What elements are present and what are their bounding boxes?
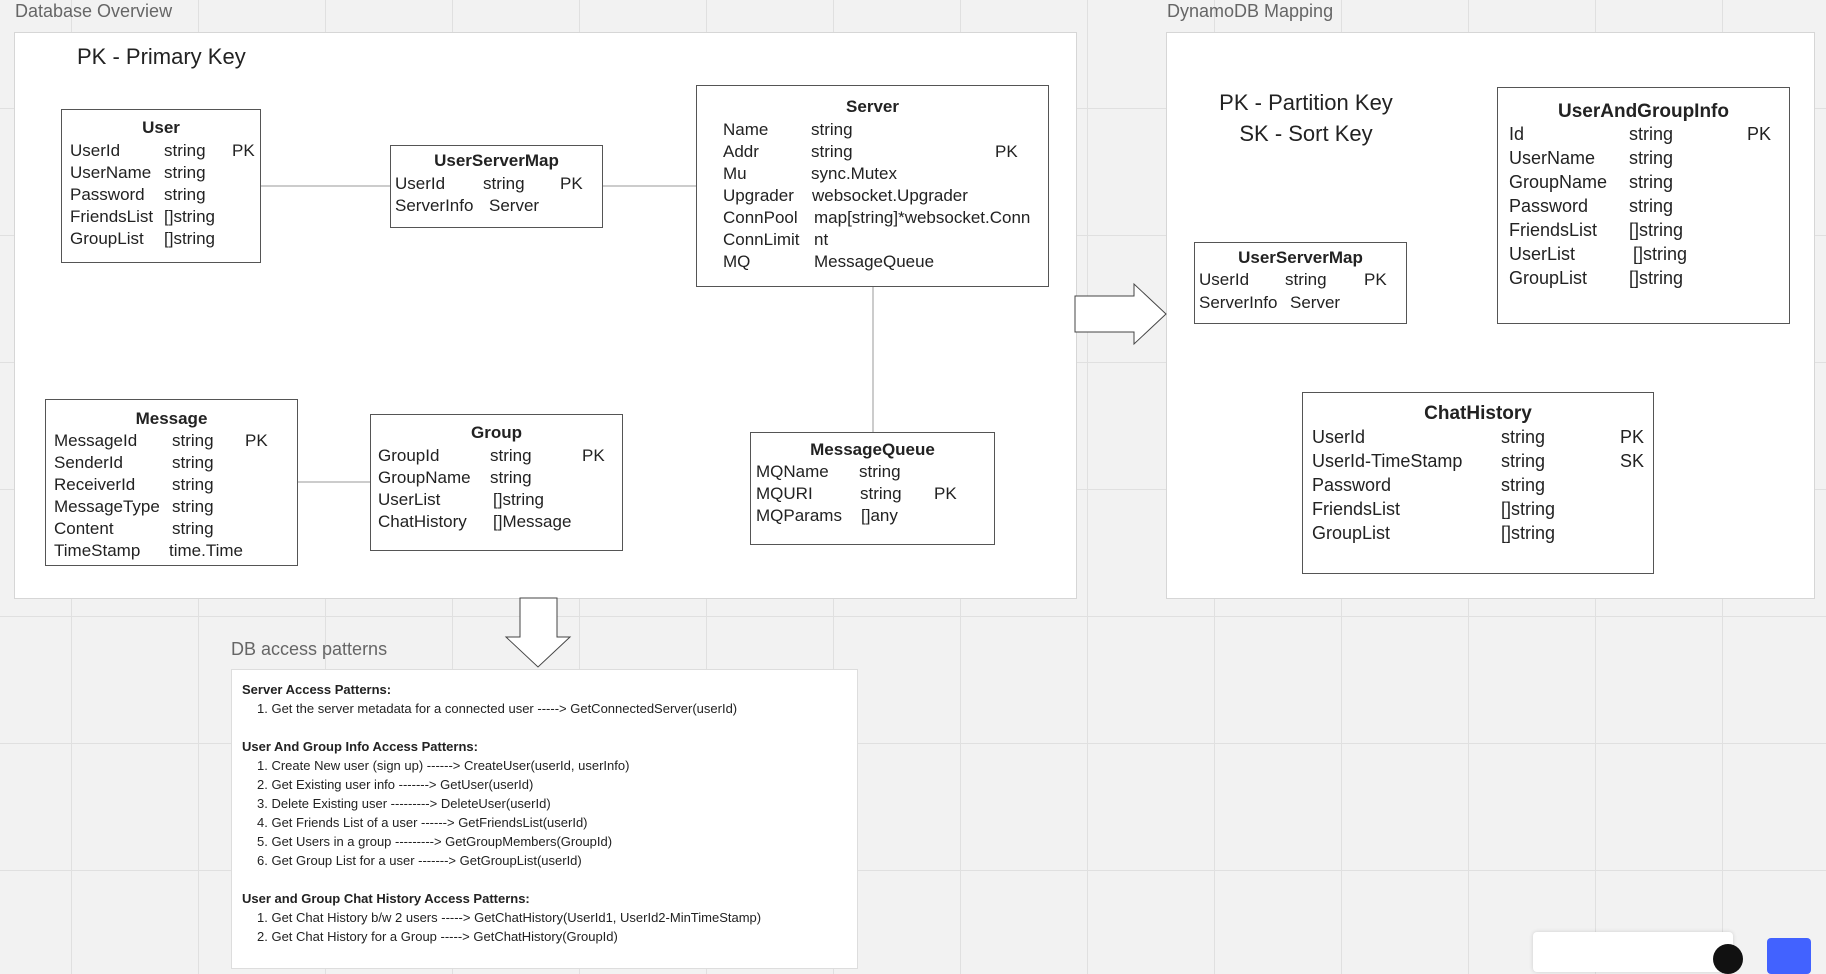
entity-row: UserList []string xyxy=(378,490,545,509)
entity-row: SenderId string xyxy=(54,453,214,472)
entity-row: ServerInfo Server xyxy=(395,196,540,215)
user-avatar-icon[interactable] xyxy=(1713,944,1743,974)
user-entity[interactable]: User UserId string PK UserName string Passw… xyxy=(61,109,261,263)
entity-row: MQ MessageQueue xyxy=(723,252,935,271)
entity-row: Content string xyxy=(54,519,214,538)
entity-row: UserId string PK xyxy=(395,174,583,193)
group-entity[interactable]: Group GroupId string PK GroupName string Us… xyxy=(370,414,623,551)
down-arrow xyxy=(504,597,572,668)
entity-row: FriendsList []string xyxy=(1312,499,1556,519)
entity-row: UserName string xyxy=(70,163,206,182)
entity-row: ReceiverId string xyxy=(54,475,214,494)
entity-row: Password string xyxy=(1509,196,1674,216)
entity-row: UserId string PK xyxy=(1199,270,1387,289)
entity-title: UserServerMap xyxy=(1238,248,1363,267)
entity-row: Name string xyxy=(723,120,853,139)
list-item: 2. Get Existing user info -------> GetUs… xyxy=(257,777,534,792)
messagequeue-entity[interactable]: MessageQueue MQName string MQURI string PK … xyxy=(750,432,995,545)
entity-row: Addr string PK xyxy=(723,142,1018,161)
access-patterns-doc[interactable]: Server Access Patterns: 1. Get the serve… xyxy=(231,669,858,969)
entity-row: UserName string xyxy=(1509,148,1674,168)
message-entity[interactable]: Message MessageId string PK SenderId string… xyxy=(45,399,298,566)
list-item: 5. Get Users in a group ---------> GetGr… xyxy=(257,834,613,849)
entity-row: Password string xyxy=(70,185,206,204)
entity-row: UserId string PK xyxy=(1312,427,1645,447)
server-entity[interactable]: Server Name string Addr string PK Mu sync.Mu… xyxy=(696,85,1049,287)
list-item: 3. Delete Existing user ---------> Delet… xyxy=(257,796,551,811)
right-arrow xyxy=(1074,282,1167,346)
entity-row: UserList []string xyxy=(1509,244,1688,264)
list-item: 1. Get Chat History b/w 2 users -----> G… xyxy=(257,910,762,925)
entity-row: GroupName string xyxy=(378,468,532,487)
list-item: 4. Get Friends List of a user ------> Ge… xyxy=(257,815,588,830)
entity-row: ConnLimit nt xyxy=(723,230,829,249)
useraandgroupinfo-entity[interactable]: UserAndGroupInfo Id string PK UserName stri… xyxy=(1497,87,1790,324)
entity-row: MessageId string PK xyxy=(54,431,268,450)
list-item: 1. Create New user (sign up) ------> Cre… xyxy=(257,758,630,773)
entity-title: ChatHistory xyxy=(1424,403,1532,424)
entity-row: Id string PK xyxy=(1509,124,1772,144)
entity-row: MQURI string PK xyxy=(756,484,957,503)
entity-row: GroupList []string xyxy=(70,229,216,248)
dynamo-userservermap-entity[interactable]: UserServerMap UserId string PK ServerInfo S… xyxy=(1194,242,1407,324)
bottom-toolbar[interactable] xyxy=(1533,932,1733,972)
list-item: 1. Get the server metadata for a connect… xyxy=(257,701,738,716)
entity-row: MQName string xyxy=(756,462,901,481)
entity-title: Server xyxy=(846,97,899,116)
entity-row: ServerInfo Server xyxy=(1199,293,1341,312)
entity-title: Message xyxy=(135,409,208,428)
entity-row: GroupId string PK xyxy=(378,446,605,465)
entity-row: GroupName string xyxy=(1509,172,1674,192)
list-item: 2. Get Chat History for a Group -----> G… xyxy=(257,929,618,944)
userservermap-entity[interactable]: UserServerMap UserId string PK ServerInfo S… xyxy=(390,145,603,228)
entity-row: FriendsList []string xyxy=(70,207,216,226)
entity-row: TimeStamp time.Time xyxy=(54,541,243,560)
chathistory-entity[interactable]: ChatHistory UserId string PK UserId-TimeSt… xyxy=(1302,392,1654,574)
entity-title: Group xyxy=(471,423,522,442)
entity-row: ConnPool map[string]*websocket.Conn xyxy=(723,208,1031,227)
entity-row: Password string xyxy=(1312,475,1546,495)
server-access-heading: Server Access Patterns: xyxy=(242,682,392,697)
chat-history-access-heading: User and Group Chat History Access Patte… xyxy=(242,891,530,906)
entity-row: FriendsList []string xyxy=(1509,220,1684,240)
list-item: 6. Get Group List for a user -------> Ge… xyxy=(257,853,582,868)
entity-row: Mu sync.Mutex xyxy=(723,164,897,183)
entity-row: UserId-TimeStamp string SK xyxy=(1312,451,1645,471)
entity-row: MessageType string xyxy=(54,497,214,516)
entity-row: ChatHistory []Message xyxy=(378,512,572,531)
share-button[interactable] xyxy=(1767,938,1811,974)
entity-title: UserAndGroupInfo xyxy=(1558,101,1729,122)
entity-row: Upgrader websocket.Upgrader xyxy=(723,186,968,205)
entity-title: UserServerMap xyxy=(434,151,559,170)
entity-row: GroupList []string xyxy=(1509,268,1684,288)
user-group-access-heading: User And Group Info Access Patterns: xyxy=(242,739,478,754)
entity-row: MQParams []any xyxy=(756,506,898,525)
entity-row: GroupList []string xyxy=(1312,523,1556,543)
entity-title: MessageQueue xyxy=(810,440,935,459)
entity-row: UserId string PK xyxy=(70,141,255,160)
entity-title: User xyxy=(142,118,180,137)
